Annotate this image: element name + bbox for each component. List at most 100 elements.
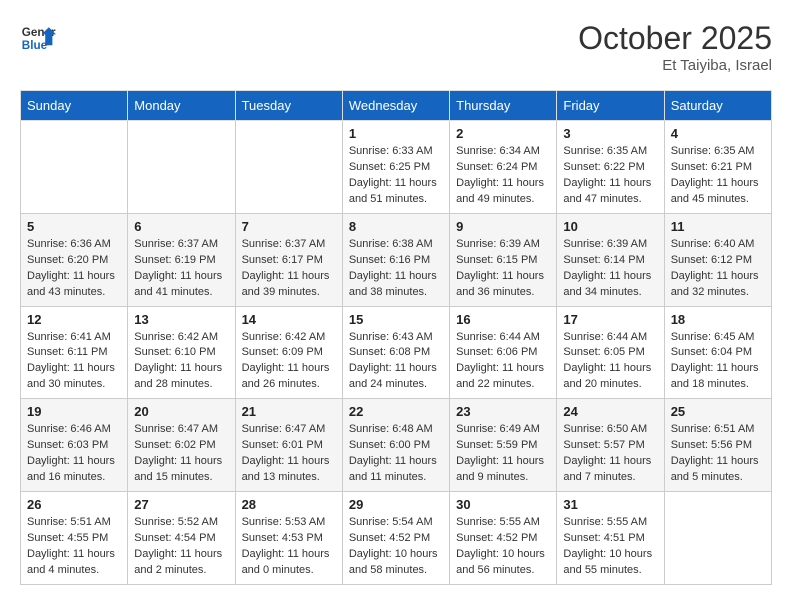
day-number: 4 — [671, 126, 765, 141]
weekday-header-tuesday: Tuesday — [235, 91, 342, 121]
calendar-cell: 3 Sunrise: 6:35 AMSunset: 6:22 PMDaylight… — [557, 121, 664, 214]
day-info: Sunrise: 6:39 AMSunset: 6:14 PMDaylight:… — [563, 237, 657, 301]
day-info: Sunrise: 5:54 AMSunset: 4:52 PMDaylight:… — [349, 515, 443, 579]
day-info: Sunrise: 6:37 AMSunset: 6:17 PMDaylight:… — [242, 237, 336, 301]
day-number: 3 — [563, 126, 657, 141]
day-number: 10 — [563, 219, 657, 234]
day-number: 28 — [242, 497, 336, 512]
weekday-header-thursday: Thursday — [450, 91, 557, 121]
day-number: 6 — [134, 219, 228, 234]
calendar-cell: 28 Sunrise: 5:53 AMSunset: 4:53 PMDayligh… — [235, 492, 342, 585]
calendar-cell: 4 Sunrise: 6:35 AMSunset: 6:21 PMDaylight… — [664, 121, 771, 214]
day-number: 22 — [349, 404, 443, 419]
calendar-cell: 17 Sunrise: 6:44 AMSunset: 6:05 PMDayligh… — [557, 306, 664, 399]
day-number: 5 — [27, 219, 121, 234]
day-number: 8 — [349, 219, 443, 234]
day-info: Sunrise: 5:52 AMSunset: 4:54 PMDaylight:… — [134, 515, 228, 579]
day-info: Sunrise: 5:55 AMSunset: 4:51 PMDaylight:… — [563, 515, 657, 579]
calendar-cell: 13 Sunrise: 6:42 AMSunset: 6:10 PMDayligh… — [128, 306, 235, 399]
day-info: Sunrise: 6:36 AMSunset: 6:20 PMDaylight:… — [27, 237, 121, 301]
day-number: 26 — [27, 497, 121, 512]
calendar-cell: 7 Sunrise: 6:37 AMSunset: 6:17 PMDaylight… — [235, 213, 342, 306]
day-info: Sunrise: 6:44 AMSunset: 6:06 PMDaylight:… — [456, 330, 550, 394]
logo: General Blue — [20, 20, 56, 56]
location-subtitle: Et Taiyiba, Israel — [578, 57, 772, 74]
day-info: Sunrise: 6:47 AMSunset: 6:01 PMDaylight:… — [242, 422, 336, 486]
calendar-cell — [128, 121, 235, 214]
calendar-cell: 21 Sunrise: 6:47 AMSunset: 6:01 PMDayligh… — [235, 399, 342, 492]
day-number: 31 — [563, 497, 657, 512]
calendar-cell: 14Sunrise: 6:42 AMSunset: 6:09 PMDayligh… — [235, 306, 342, 399]
day-info: Sunrise: 6:48 AMSunset: 6:00 PMDaylight:… — [349, 422, 443, 486]
page-header: General Blue October 2025 Et Taiyiba, Is… — [20, 20, 772, 74]
calendar-cell: 30 Sunrise: 5:55 AMSunset: 4:52 PMDayligh… — [450, 492, 557, 585]
calendar-cell: 2 Sunrise: 6:34 AMSunset: 6:24 PMDaylight… — [450, 121, 557, 214]
day-number: 9 — [456, 219, 550, 234]
day-number: 2 — [456, 126, 550, 141]
day-info: Sunrise: 6:38 AMSunset: 6:16 PMDaylight:… — [349, 237, 443, 301]
day-number: 7 — [242, 219, 336, 234]
day-info: Sunrise: 6:33 AMSunset: 6:25 PMDaylight:… — [349, 144, 443, 208]
day-info: Sunrise: 6:40 AMSunset: 6:12 PMDaylight:… — [671, 237, 765, 301]
day-number: 16 — [456, 312, 550, 327]
day-info: Sunrise: 6:51 AMSunset: 5:56 PMDaylight:… — [671, 422, 765, 486]
calendar-cell: 26 Sunrise: 5:51 AMSunset: 4:55 PMDayligh… — [21, 492, 128, 585]
day-number: 11 — [671, 219, 765, 234]
day-info: Sunrise: 6:34 AMSunset: 6:24 PMDaylight:… — [456, 144, 550, 208]
day-number: 15 — [349, 312, 443, 327]
day-info: Sunrise: 6:37 AMSunset: 6:19 PMDaylight:… — [134, 237, 228, 301]
day-number: 25 — [671, 404, 765, 419]
calendar-cell: 10 Sunrise: 6:39 AMSunset: 6:14 PMDayligh… — [557, 213, 664, 306]
day-info: Sunrise: 6:50 AMSunset: 5:57 PMDaylight:… — [563, 422, 657, 486]
day-info: Sunrise: 6:35 AMSunset: 6:22 PMDaylight:… — [563, 144, 657, 208]
weekday-header-sunday: Sunday — [21, 91, 128, 121]
calendar-cell: 31 Sunrise: 5:55 AMSunset: 4:51 PMDayligh… — [557, 492, 664, 585]
calendar-cell: 19Sunrise: 6:46 AMSunset: 6:03 PMDayligh… — [21, 399, 128, 492]
day-info: Sunrise: 6:43 AMSunset: 6:08 PMDaylight:… — [349, 330, 443, 394]
calendar-cell: 12 Sunrise: 6:41 AMSunset: 6:11 PMDayligh… — [21, 306, 128, 399]
day-info: Sunrise: 6:41 AMSunset: 6:11 PMDaylight:… — [27, 330, 121, 394]
day-info: Sunrise: 6:47 AMSunset: 6:02 PMDaylight:… — [134, 422, 228, 486]
calendar-cell: 29 Sunrise: 5:54 AMSunset: 4:52 PMDayligh… — [342, 492, 449, 585]
calendar-cell — [235, 121, 342, 214]
day-info: Sunrise: 6:42 AMSunset: 6:10 PMDaylight:… — [134, 330, 228, 394]
day-number: 21 — [242, 404, 336, 419]
calendar-cell: 9Sunrise: 6:39 AMSunset: 6:15 PMDaylight… — [450, 213, 557, 306]
calendar-cell: 18 Sunrise: 6:45 AMSunset: 6:04 PMDayligh… — [664, 306, 771, 399]
day-info: Sunrise: 6:49 AMSunset: 5:59 PMDaylight:… — [456, 422, 550, 486]
weekday-header-saturday: Saturday — [664, 91, 771, 121]
calendar-cell: 11 Sunrise: 6:40 AMSunset: 6:12 PMDayligh… — [664, 213, 771, 306]
day-info: Sunrise: 5:51 AMSunset: 4:55 PMDaylight:… — [27, 515, 121, 579]
calendar-cell: 27Sunrise: 5:52 AMSunset: 4:54 PMDayligh… — [128, 492, 235, 585]
day-number: 14 — [242, 312, 336, 327]
calendar-cell: 8 Sunrise: 6:38 AMSunset: 6:16 PMDaylight… — [342, 213, 449, 306]
day-info: Sunrise: 6:35 AMSunset: 6:21 PMDaylight:… — [671, 144, 765, 208]
calendar-cell: 6 Sunrise: 6:37 AMSunset: 6:19 PMDaylight… — [128, 213, 235, 306]
day-info: Sunrise: 5:53 AMSunset: 4:53 PMDaylight:… — [242, 515, 336, 579]
day-number: 12 — [27, 312, 121, 327]
day-number: 18 — [671, 312, 765, 327]
month-title: October 2025 — [578, 20, 772, 57]
day-number: 30 — [456, 497, 550, 512]
day-number: 13 — [134, 312, 228, 327]
calendar-cell: 16 Sunrise: 6:44 AMSunset: 6:06 PMDayligh… — [450, 306, 557, 399]
day-number: 20 — [134, 404, 228, 419]
calendar-cell: 5 Sunrise: 6:36 AMSunset: 6:20 PMDaylight… — [21, 213, 128, 306]
day-info: Sunrise: 6:45 AMSunset: 6:04 PMDaylight:… — [671, 330, 765, 394]
calendar-cell: 1Sunrise: 6:33 AMSunset: 6:25 PMDaylight… — [342, 121, 449, 214]
day-number: 24 — [563, 404, 657, 419]
weekday-header-friday: Friday — [557, 91, 664, 121]
weekday-header-monday: Monday — [128, 91, 235, 121]
logo-icon: General Blue — [20, 20, 56, 56]
weekday-header-wednesday: Wednesday — [342, 91, 449, 121]
day-number: 17 — [563, 312, 657, 327]
day-number: 29 — [349, 497, 443, 512]
calendar-cell: 15 Sunrise: 6:43 AMSunset: 6:08 PMDayligh… — [342, 306, 449, 399]
title-block: October 2025 Et Taiyiba, Israel — [578, 20, 772, 74]
calendar-cell — [664, 492, 771, 585]
day-info: Sunrise: 6:44 AMSunset: 6:05 PMDaylight:… — [563, 330, 657, 394]
day-number: 23 — [456, 404, 550, 419]
calendar-table: SundayMondayTuesdayWednesdayThursdayFrid… — [20, 90, 772, 585]
calendar-cell: 22 Sunrise: 6:48 AMSunset: 6:00 PMDayligh… — [342, 399, 449, 492]
day-info: Sunrise: 5:55 AMSunset: 4:52 PMDaylight:… — [456, 515, 550, 579]
